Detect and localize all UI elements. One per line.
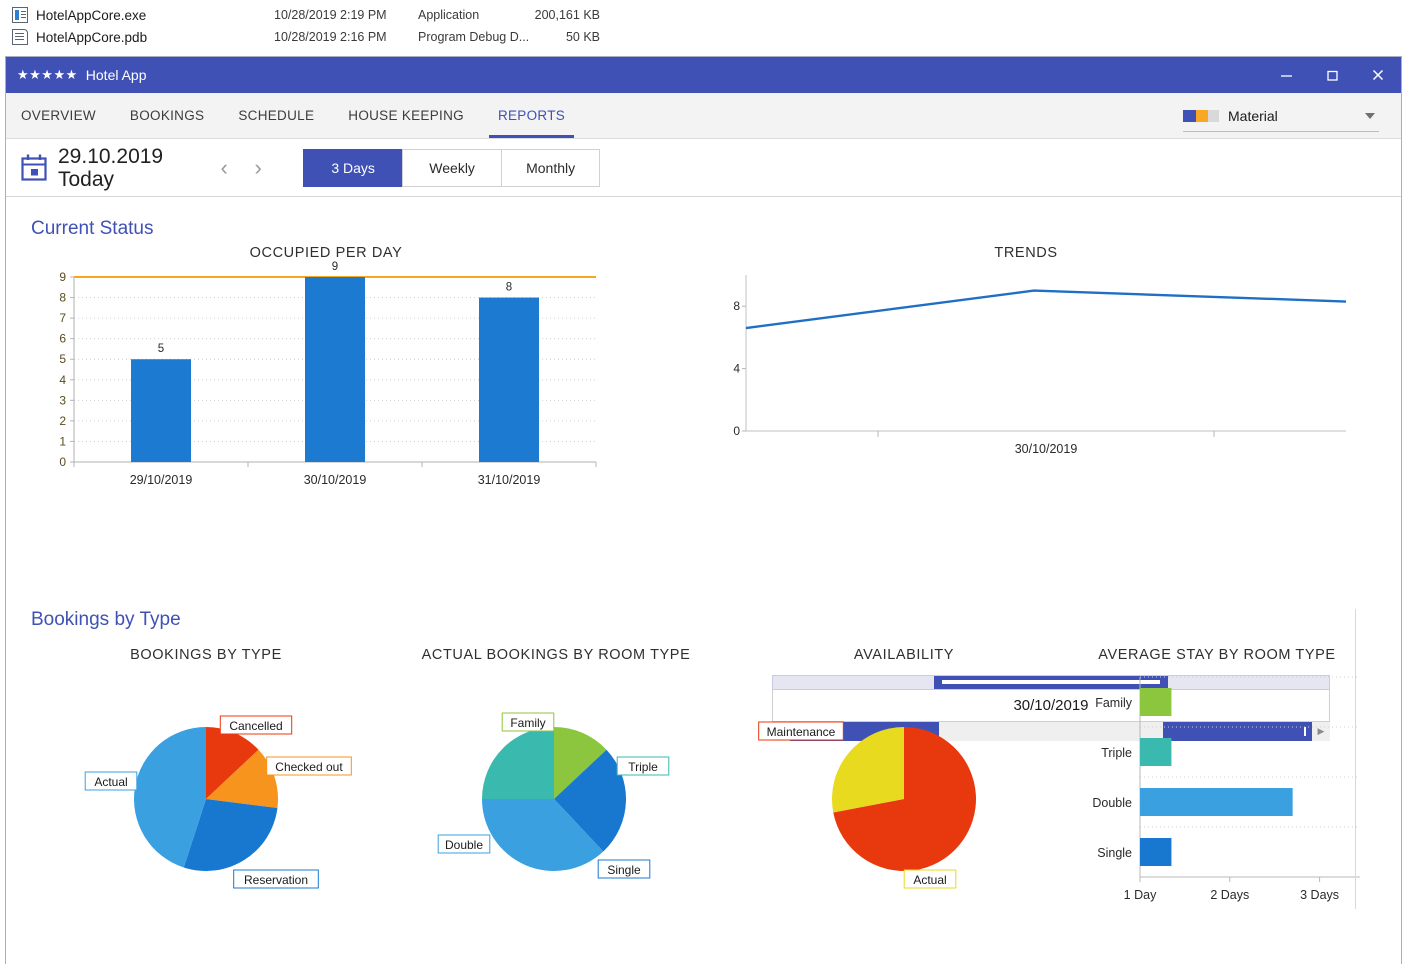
svg-text:29/10/2019: 29/10/2019: [130, 473, 193, 487]
file-name: HotelAppCore.pdb: [36, 29, 148, 45]
svg-text:4: 4: [59, 373, 66, 387]
current-date: 29.10.2019: [58, 144, 164, 168]
section-title-bookings-by-type: Bookings by Type: [31, 609, 181, 630]
chart-title-bookings-by-type: BOOKINGS BY TYPE: [130, 647, 282, 663]
svg-text:5: 5: [158, 343, 164, 355]
chart-availability[interactable]: Maintenance Actual: [736, 669, 1072, 909]
period-range-group: 3 Days Weekly Monthly: [303, 148, 601, 187]
range-3-days-button[interactable]: 3 Days: [303, 148, 403, 187]
svg-text:8: 8: [733, 299, 740, 313]
explorer-row-1[interactable]: HotelAppCore.pdb 10/28/2019 2:16 PM Prog…: [0, 26, 1417, 48]
svg-text:1: 1: [59, 434, 66, 448]
chart-actual-bookings-by-room-type[interactable]: Family Single Double Triple: [382, 669, 730, 909]
reports-content: Current Status Bookings by Type OCCUPIED…: [6, 197, 1401, 964]
star-rating-icon: ★★★★★: [17, 67, 78, 82]
svg-text:Cancelled: Cancelled: [229, 719, 282, 733]
svg-text:Actual: Actual: [94, 775, 127, 789]
svg-text:Triple: Triple: [628, 760, 658, 774]
tab-overview[interactable]: OVERVIEW: [6, 93, 113, 138]
hotel-app-window: ★★★★★ Hotel App OVERVIEW BOOKINGS SCHEDU…: [5, 56, 1402, 964]
svg-text:4: 4: [733, 362, 740, 376]
svg-text:Single: Single: [1097, 846, 1132, 860]
current-date-block: 29.10.2019 Today: [58, 146, 163, 190]
svg-text:0: 0: [733, 424, 740, 438]
range-weekly-button[interactable]: Weekly: [402, 148, 502, 187]
vertical-divider: [1355, 609, 1356, 909]
svg-text:Family: Family: [1095, 696, 1133, 710]
file-size: 50 KB: [565, 30, 600, 44]
svg-text:9: 9: [332, 261, 338, 273]
main-nav: OVERVIEW BOOKINGS SCHEDULE HOUSE KEEPING…: [6, 93, 1401, 139]
svg-text:Single: Single: [607, 863, 641, 877]
svg-text:Triple: Triple: [1101, 746, 1132, 760]
svg-text:6: 6: [59, 332, 66, 346]
chart-title-availability: AVAILABILITY: [853, 647, 955, 663]
svg-text:2 Days: 2 Days: [1210, 888, 1249, 902]
theme-swatch-icon: [1183, 110, 1219, 122]
tab-house-keeping[interactable]: HOUSE KEEPING: [331, 93, 481, 138]
file-date: 10/28/2019 2:19 PM: [274, 8, 387, 22]
tab-bookings[interactable]: BOOKINGS: [113, 93, 221, 138]
chart-bookings-by-type[interactable]: Cancelled Checked out Reservation Actual: [30, 669, 382, 909]
svg-text:5: 5: [59, 352, 66, 366]
svg-text:7: 7: [59, 311, 66, 325]
close-button[interactable]: [1355, 57, 1401, 93]
svg-text:Family: Family: [510, 716, 545, 730]
theme-selector[interactable]: Material: [1183, 101, 1379, 132]
file-date: 10/28/2019 2:16 PM: [274, 30, 387, 44]
svg-text:Double: Double: [1092, 796, 1132, 810]
chart-average-stay-by-room-type[interactable]: Single Double Triple Family 1 Day 2 Days 3 Day…: [1072, 669, 1362, 914]
previous-period-button[interactable]: ‹: [207, 148, 241, 188]
pdb-file-icon: [12, 29, 28, 45]
chevron-down-icon: [1365, 113, 1375, 119]
chart-occupied-per-day[interactable]: 0 1 2 3 4 5 6 7 8 9 5 29/10/2019 9 30/10/2019 8 31/10/2…: [26, 261, 626, 497]
chart-trends[interactable]: 0 4 8 30/10/2019: [722, 269, 1347, 459]
explorer-file-list: HotelAppCore.exe 10/28/2019 2:19 PM Appl…: [0, 0, 1417, 56]
svg-text:8: 8: [59, 291, 66, 305]
explorer-row-0[interactable]: HotelAppCore.exe 10/28/2019 2:19 PM Appl…: [0, 4, 1417, 26]
chart-title-occupied-per-day: OCCUPIED PER DAY: [249, 245, 403, 261]
theme-name: Material: [1228, 108, 1278, 124]
calendar-icon[interactable]: [20, 153, 48, 183]
chart-title-actual-bookings-by-room-type: ACTUAL BOOKINGS BY ROOM TYPE: [421, 647, 691, 663]
tab-schedule[interactable]: SCHEDULE: [221, 93, 331, 138]
svg-text:8: 8: [506, 282, 512, 294]
title-bar: ★★★★★ Hotel App: [6, 57, 1401, 93]
exe-file-icon: [12, 7, 28, 23]
svg-text:9: 9: [59, 270, 66, 284]
svg-text:Actual: Actual: [913, 873, 946, 887]
svg-text:3 Days: 3 Days: [1300, 888, 1339, 902]
range-monthly-button[interactable]: Monthly: [501, 148, 601, 187]
chart-title-trends: TRENDS: [994, 245, 1058, 261]
chart-title-average-stay-by-room-type: AVERAGE STAY BY ROOM TYPE: [1098, 647, 1336, 663]
svg-text:1 Day: 1 Day: [1124, 888, 1157, 902]
svg-text:2: 2: [59, 414, 66, 428]
file-type: Application: [418, 8, 480, 22]
file-name: HotelAppCore.exe: [36, 7, 147, 23]
svg-text:0: 0: [59, 455, 66, 469]
svg-text:Double: Double: [445, 838, 483, 852]
svg-text:30/10/2019: 30/10/2019: [1015, 442, 1078, 456]
svg-text:Reservation: Reservation: [244, 873, 308, 887]
window-controls: [1263, 57, 1401, 93]
minimize-button[interactable]: [1263, 57, 1309, 93]
next-period-button[interactable]: ›: [241, 148, 275, 188]
svg-text:Checked out: Checked out: [275, 760, 343, 774]
app-title: Hotel App: [85, 67, 147, 83]
svg-text:31/10/2019: 31/10/2019: [478, 473, 541, 487]
maximize-button[interactable]: [1309, 57, 1355, 93]
section-title-current-status: Current Status: [31, 218, 154, 239]
tab-reports[interactable]: REPORTS: [481, 93, 582, 138]
svg-text:30/10/2019: 30/10/2019: [304, 473, 367, 487]
date-toolbar: 29.10.2019 Today ‹ › 3 Days Weekly Month…: [6, 139, 1401, 197]
file-size: 200,161 KB: [534, 8, 600, 22]
svg-text:Maintenance: Maintenance: [767, 725, 836, 739]
svg-text:3: 3: [59, 393, 66, 407]
today-label: Today: [58, 167, 115, 191]
